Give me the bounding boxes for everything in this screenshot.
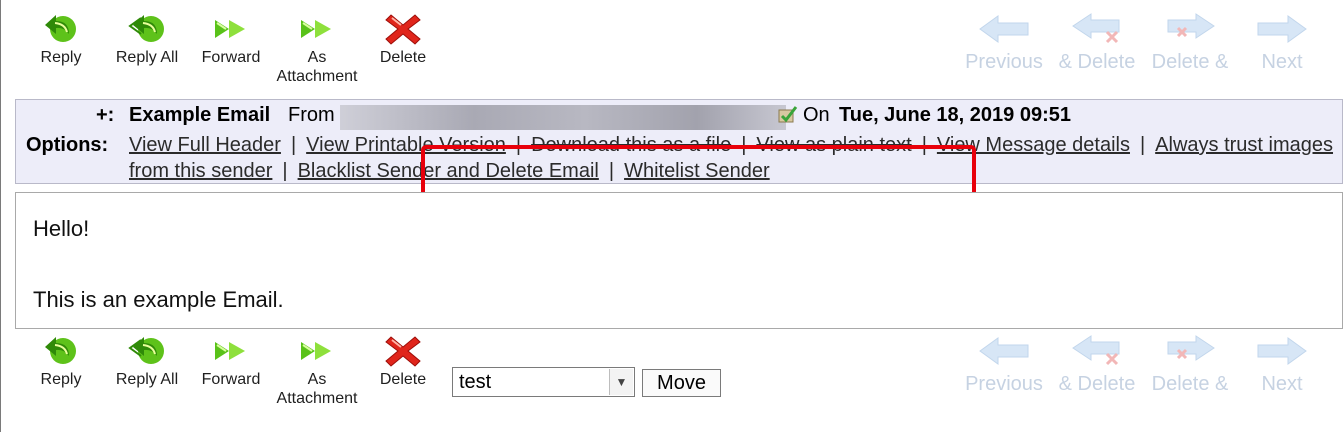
and-delete-label: & Delete	[1058, 373, 1136, 395]
previous-button[interactable]: Previous	[960, 334, 1048, 396]
delete-next-icon	[1162, 12, 1218, 46]
forward-attachment-icon	[297, 12, 337, 46]
reply-label: Reply	[40, 371, 82, 388]
forward-icon	[211, 12, 251, 46]
download-file-link[interactable]: Download this as a file	[531, 134, 731, 156]
previous-arrow-icon	[976, 12, 1032, 46]
delete-and-label: Delete &	[1151, 373, 1229, 395]
next-arrow-icon	[1254, 334, 1310, 368]
reply-all-label: Reply All	[115, 49, 179, 66]
next-label: Next	[1261, 373, 1303, 395]
previous-and-delete-button[interactable]: & Delete	[1054, 334, 1140, 396]
separator: |	[290, 134, 297, 156]
as-label: As	[307, 49, 327, 66]
forward-label: Forward	[201, 371, 261, 388]
next-arrow-icon	[1254, 12, 1310, 46]
delete-label: Delete	[379, 49, 427, 66]
options-label: Options:	[26, 134, 109, 156]
next-label: Next	[1261, 51, 1303, 73]
email-subject: Example Email	[129, 104, 271, 126]
reply-all-button[interactable]: Reply All	[110, 12, 184, 67]
previous-label: Previous	[965, 51, 1043, 73]
separator: |	[282, 160, 288, 182]
chevron-down-icon[interactable]: ▼	[609, 369, 633, 395]
on-label: On	[803, 104, 830, 126]
expand-header-toggle[interactable]: +:	[96, 104, 114, 127]
previous-and-delete-button[interactable]: & Delete	[1054, 12, 1140, 74]
reply-all-button[interactable]: Reply All	[110, 334, 184, 389]
delete-button[interactable]: Delete	[376, 12, 430, 67]
delete-and-next-button[interactable]: Delete &	[1146, 12, 1234, 74]
reply-all-icon	[127, 12, 167, 46]
message-header: +: Example Email From On Tue, June 18, 2…	[15, 99, 1343, 184]
forward-attachment-icon	[297, 334, 337, 368]
previous-button[interactable]: Previous	[960, 12, 1048, 74]
view-printable-link[interactable]: View Printable Version	[306, 134, 506, 156]
separator: |	[515, 134, 522, 156]
delete-next-icon	[1162, 334, 1218, 368]
reply-all-label: Reply All	[115, 371, 179, 388]
delete-label: Delete	[379, 371, 427, 388]
email-date: Tue, June 18, 2019 09:51	[839, 104, 1071, 126]
delete-button[interactable]: Delete	[376, 334, 430, 389]
reply-button[interactable]: Reply	[38, 334, 84, 389]
next-button[interactable]: Next	[1254, 334, 1310, 396]
body-line-1: Hello!	[33, 216, 90, 241]
previous-delete-icon	[1069, 12, 1125, 46]
previous-delete-icon	[1069, 334, 1125, 368]
sender-address-redacted	[340, 105, 786, 130]
top-toolbar: Reply Reply All Forward As Attachment De…	[0, 12, 1344, 92]
move-to-folder-select[interactable]: test ▼	[452, 367, 635, 397]
and-delete-label: & Delete	[1058, 51, 1136, 73]
attachment-label: Attachment	[276, 390, 358, 407]
separator: |	[921, 134, 927, 156]
forward-icon	[211, 334, 251, 368]
separator: |	[741, 134, 747, 156]
delete-icon	[383, 334, 423, 368]
attachment-label: Attachment	[276, 68, 358, 85]
delete-icon	[383, 12, 423, 46]
reply-icon	[41, 12, 81, 46]
previous-label: Previous	[965, 373, 1043, 395]
next-button[interactable]: Next	[1254, 12, 1310, 74]
forward-button[interactable]: Forward	[198, 334, 264, 389]
whitelist-sender-link[interactable]: Whitelist Sender	[624, 160, 770, 182]
view-full-header-link[interactable]: View Full Header	[129, 134, 281, 156]
subject-line: +: Example Email From On Tue, June 18, 2…	[16, 104, 1344, 130]
body-line-2: This is an example Email.	[33, 287, 284, 312]
from-label: From	[288, 104, 335, 126]
forward-as-attachment-button[interactable]: As Attachment	[272, 12, 362, 86]
as-label: As	[307, 371, 327, 388]
move-button[interactable]: Move	[642, 369, 721, 397]
reply-icon	[41, 334, 81, 368]
forward-button[interactable]: Forward	[198, 12, 264, 67]
add-to-addressbook-icon[interactable]	[776, 104, 800, 126]
reply-label: Reply	[40, 49, 82, 66]
reply-button[interactable]: Reply	[38, 12, 84, 67]
view-message-details-link[interactable]: View Message details	[937, 134, 1130, 156]
separator: |	[608, 160, 615, 182]
delete-and-next-button[interactable]: Delete &	[1146, 334, 1234, 396]
forward-label: Forward	[201, 49, 261, 66]
blacklist-sender-link[interactable]: Blacklist Sender and Delete Email	[298, 160, 599, 182]
folder-select-value: test	[459, 371, 492, 393]
options-links: View Full Header | View Printable Version |…	[129, 132, 1341, 184]
delete-and-label: Delete &	[1151, 51, 1229, 73]
previous-arrow-icon	[976, 334, 1032, 368]
separator: |	[1139, 134, 1146, 156]
forward-as-attachment-button[interactable]: As Attachment	[272, 334, 362, 408]
message-body: Hello! This is an example Email.	[15, 192, 1343, 329]
reply-all-icon	[127, 334, 167, 368]
view-plain-text-link[interactable]: View as plain text	[756, 134, 911, 156]
